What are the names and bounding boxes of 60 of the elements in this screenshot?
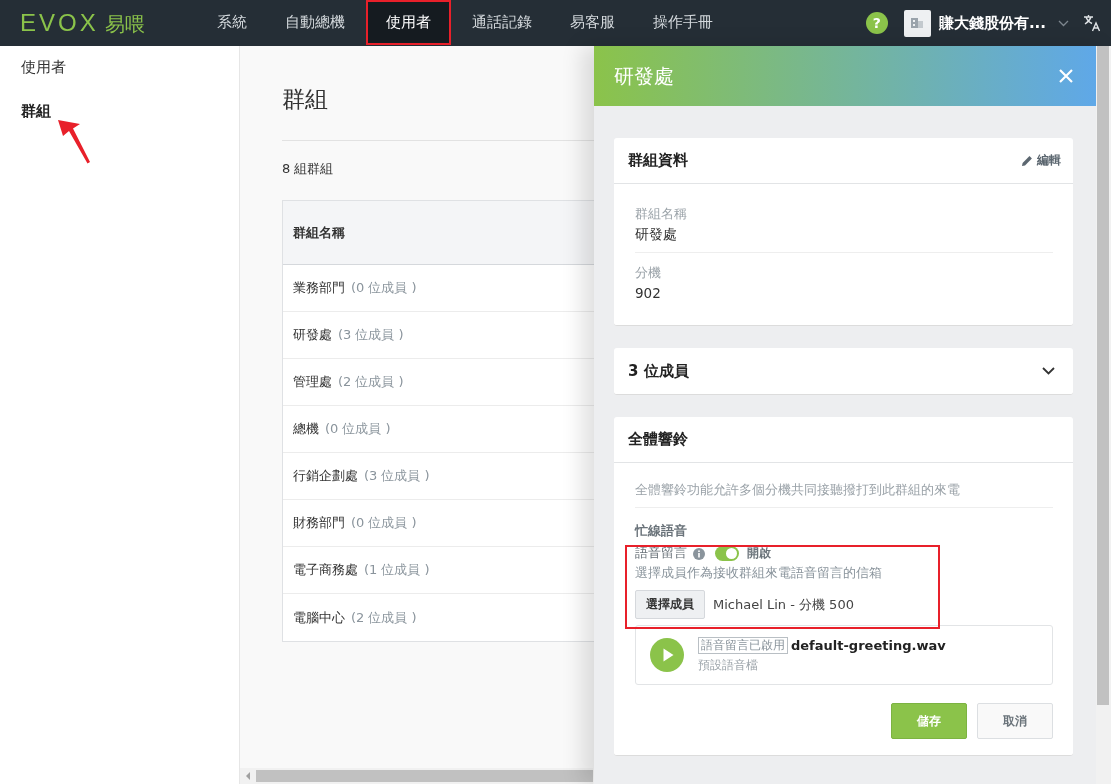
sidebar-item[interactable]: 使用者 — [21, 58, 239, 77]
file-name: default-greeting.wav — [791, 638, 946, 653]
group-name: 總機 — [293, 420, 319, 438]
nav-tab[interactable]: 通話記錄 — [455, 0, 549, 45]
field-label: 群組名稱 — [635, 206, 688, 223]
card-title: 3 位成員 — [628, 361, 689, 381]
section-label: 忙線語音 — [635, 523, 688, 540]
member-count: (0 位成員 ) — [351, 514, 417, 532]
drawer-title: 研發處 — [614, 62, 674, 90]
cancel-button[interactable]: 取消 — [977, 703, 1053, 739]
edit-link[interactable]: 編輯 — [1021, 152, 1061, 169]
member-count: (3 位成員 ) — [338, 326, 404, 344]
hint-text: 選擇成員作為接收群組來電語音留言的信箱 — [635, 564, 883, 582]
field-value: 研發處 — [635, 226, 678, 244]
close-icon[interactable] — [1058, 68, 1074, 84]
group-name: 管理處 — [293, 373, 332, 391]
nav-tab[interactable]: 使用者 — [366, 0, 451, 45]
card-title: 全體響鈴 — [628, 430, 688, 449]
toggle-label: 開啟 — [747, 546, 771, 561]
sidebar-item[interactable]: 群組 — [21, 102, 239, 121]
nav-tab[interactable]: 易客服 — [553, 0, 632, 45]
file-caption: 預設語音檔 — [698, 658, 759, 673]
member-count: (0 位成員 ) — [325, 420, 391, 438]
info-icon[interactable] — [693, 547, 705, 560]
column-header[interactable]: 群組名稱 — [293, 223, 345, 242]
pointer-arrow — [56, 118, 92, 164]
field-label: 分機 — [635, 265, 662, 282]
nav-tab[interactable]: 自動總機 — [268, 0, 362, 45]
group-name: 業務部門 — [293, 279, 345, 297]
company-name[interactable]: 賺大錢股份有... — [938, 13, 1046, 33]
member-count: (2 位成員 ) — [338, 373, 404, 391]
table-row[interactable]: 電腦中心 (2 位成員 ) — [283, 594, 594, 641]
group-name: 行銷企劃處 — [293, 467, 358, 485]
nav-tab[interactable]: 操作手冊 — [636, 0, 730, 45]
select-member-button[interactable]: 選擇成員 — [635, 590, 705, 619]
description-text: 全體響鈴功能允許多個分機共同接聽撥打到此群組的來電 — [635, 473, 1053, 508]
pencil-icon — [1021, 154, 1033, 167]
translate-icon[interactable] — [1083, 14, 1101, 32]
vertical-scrollbar[interactable] — [1096, 46, 1111, 784]
logo-name[interactable]: 易喂 — [104, 10, 145, 38]
horizontal-scrollbar[interactable] — [240, 768, 593, 784]
card-title: 群組資料 — [628, 151, 688, 170]
member-count: (0 位成員 ) — [351, 279, 417, 297]
group-count: 8 組群組 — [282, 160, 335, 178]
logo-wordmark[interactable]: EVOX — [20, 8, 99, 37]
play-button[interactable] — [650, 638, 684, 672]
group-name: 電腦中心 — [293, 608, 345, 627]
member-count: (3 位成員 ) — [364, 467, 430, 485]
group-name: 研發處 — [293, 326, 332, 344]
page-title: 群組 — [282, 85, 329, 114]
chevron-down-icon[interactable] — [1042, 367, 1055, 375]
nav-tab[interactable]: 系統 — [200, 0, 264, 45]
status-tag: 語音留言已啟用 — [698, 637, 788, 654]
selected-member: Michael Lin - 分機 500 — [713, 595, 854, 614]
member-count: (2 位成員 ) — [351, 608, 417, 627]
group-name: 電子商務處 — [293, 561, 358, 579]
group-name: 財務部門 — [293, 514, 345, 532]
field-value: 902 — [635, 285, 662, 301]
member-count: (1 位成員 ) — [364, 561, 430, 579]
building-icon[interactable] — [903, 9, 931, 37]
